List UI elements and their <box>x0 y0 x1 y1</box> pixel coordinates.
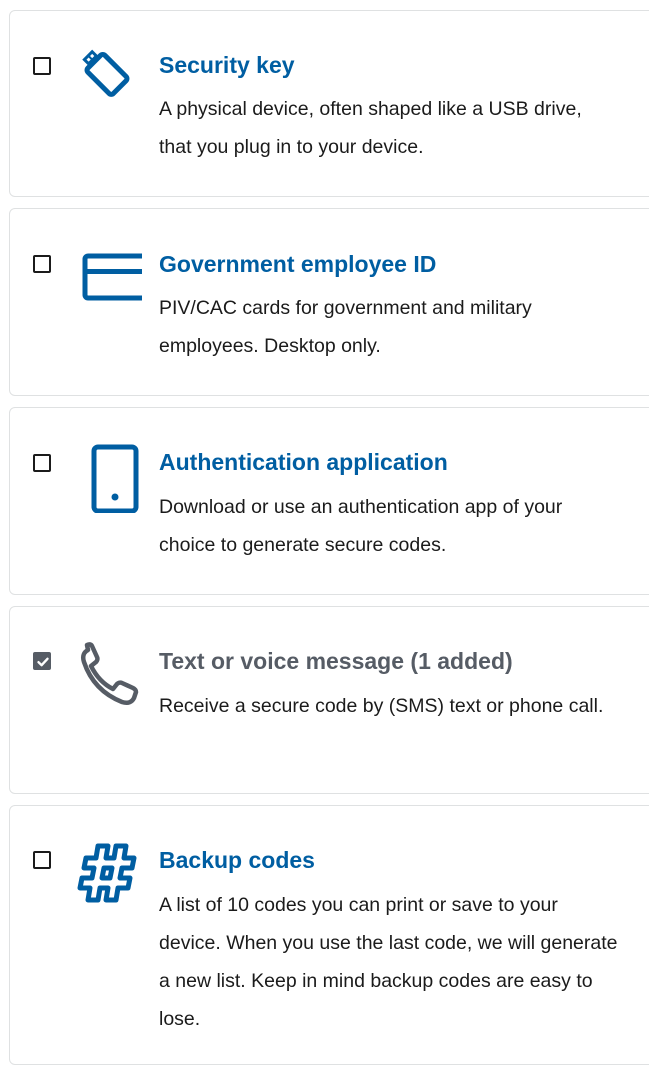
option-desc-text-voice: Receive a secure code by (SMS) text or p… <box>159 695 604 717</box>
backup-codes-checkbox[interactable] <box>33 851 51 869</box>
auth-app-checkbox[interactable] <box>33 454 51 472</box>
government-id-checkbox[interactable] <box>33 255 51 273</box>
checkmark-icon <box>37 657 49 667</box>
phone-icon <box>72 638 142 708</box>
mobile-device-icon <box>72 443 142 514</box>
id-card-icon <box>72 244 148 314</box>
text-voice-checkbox[interactable] <box>33 652 51 670</box>
option-title-security-key: Security key <box>159 52 295 78</box>
option-desc-government-id: PIV/CAC cards for government and militar… <box>159 297 532 357</box>
option-desc-auth-app: Download or use an authentication app of… <box>159 496 563 556</box>
option-desc-backup-codes: A list of 10 codes you can print or save… <box>159 894 618 1030</box>
option-title-government-id: Government employee ID <box>159 251 437 277</box>
security-key-icon <box>72 38 142 108</box>
hashtag-icon <box>72 838 142 908</box>
option-desc-security-key: A physical device, often shaped like a U… <box>159 98 582 158</box>
security-key-checkbox[interactable] <box>33 57 51 75</box>
option-title-text-voice: Text or voice message (1 added) <box>159 648 513 674</box>
option-title-backup-codes: Backup codes <box>159 847 315 873</box>
option-title-auth-app: Authentication application <box>159 449 448 475</box>
